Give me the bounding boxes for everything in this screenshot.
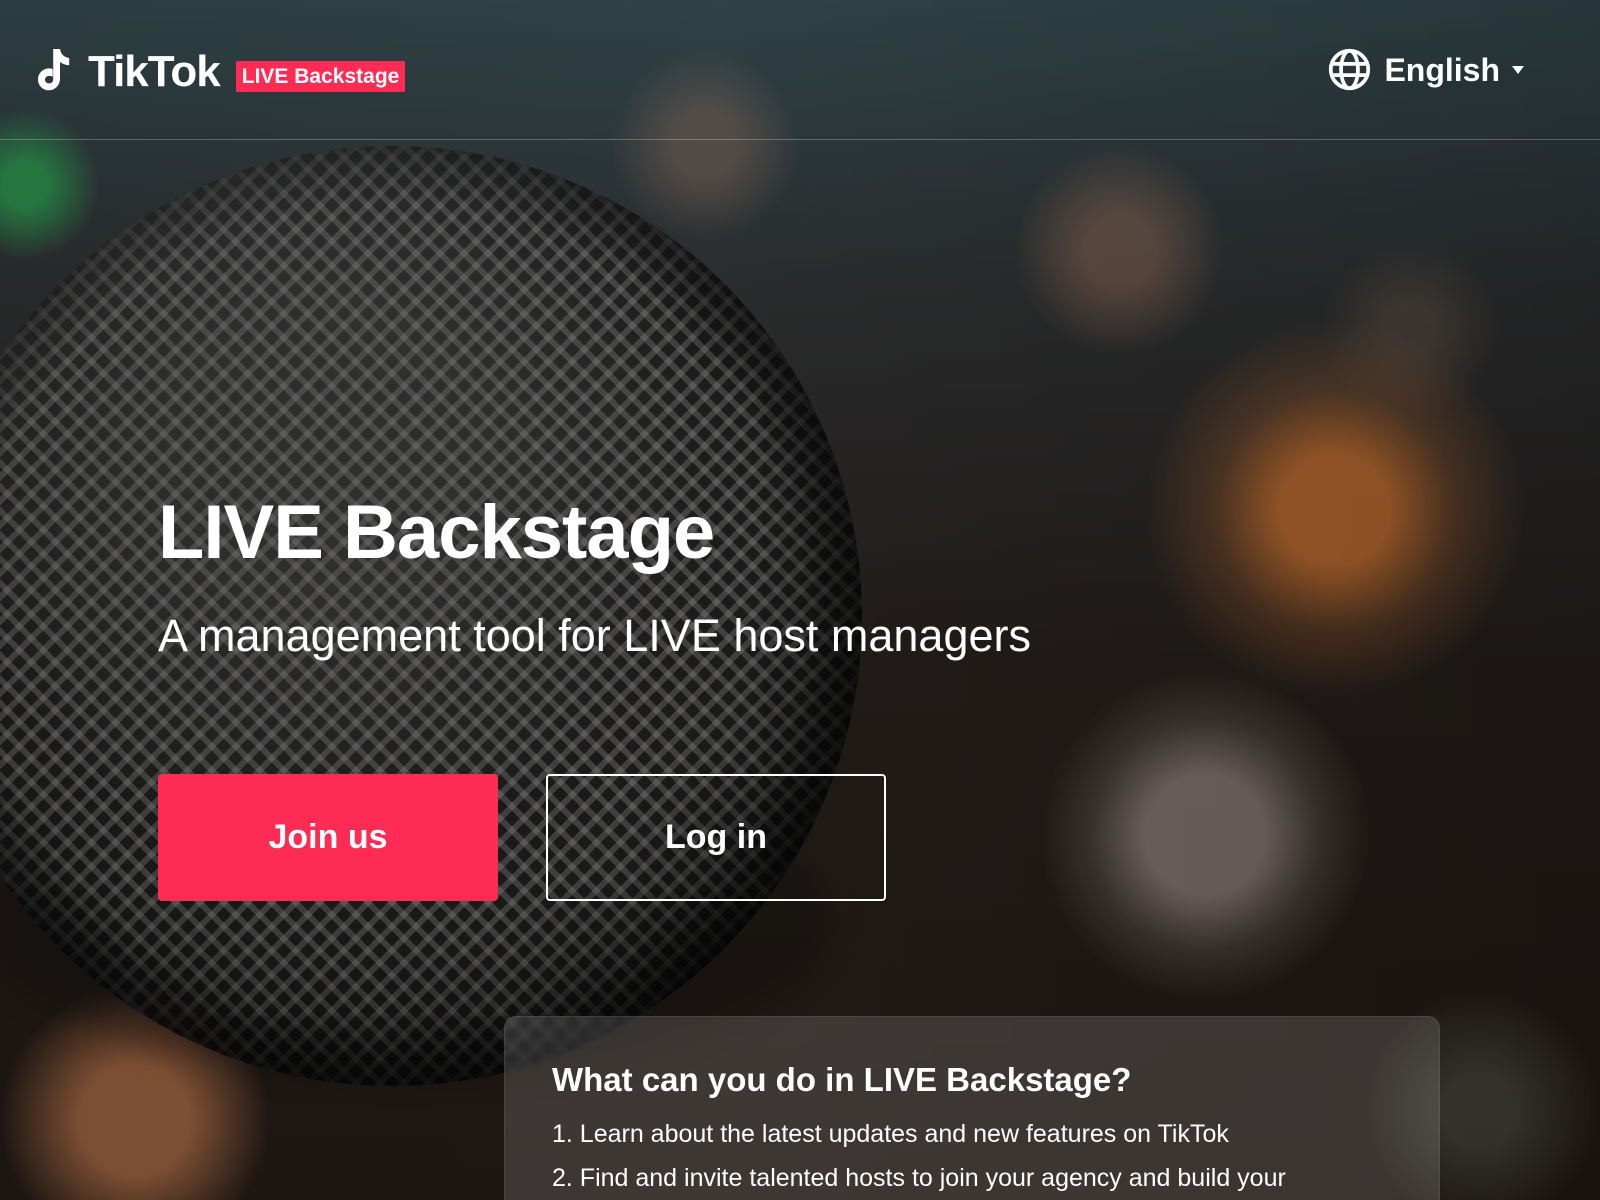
caret-down-icon [1512,65,1524,74]
hero-actions: Join us Log in [158,774,886,901]
language-selector[interactable]: English [1327,47,1526,92]
join-us-button[interactable]: Join us [158,774,498,901]
tiktok-note-icon [38,49,70,91]
features-title: What can you do in LIVE Backstage? [552,1061,1132,1098]
page-title: LIVE Backstage [158,490,715,575]
live-backstage-badge: LIVE Backstage [235,60,406,92]
features-list: 1. Learn about the latest updates and ne… [552,1112,1393,1200]
log-in-button[interactable]: Log in [546,774,886,901]
globe-icon [1329,48,1371,91]
features-card: What can you do in LIVE Backstage? 1. Le… [504,1016,1440,1200]
feature-item: 2. Find and invite talented hosts to joi… [552,1164,1286,1192]
language-label: English [1384,51,1500,88]
feature-item: 1. Learn about the latest updates and ne… [552,1120,1229,1148]
page-subtitle: A management tool for LIVE host managers [158,610,1031,661]
page: TikTok LIVE Backstage English LIVE Backs… [0,0,1600,1200]
tiktok-live-backstage-logo[interactable]: TikTok LIVE Backstage [38,42,406,102]
top-navigation: TikTok LIVE Backstage English [0,0,1600,140]
tiktok-wordmark: TikTok [88,47,221,96]
hero-section: LIVE Backstage A management tool for LIV… [158,490,1031,901]
